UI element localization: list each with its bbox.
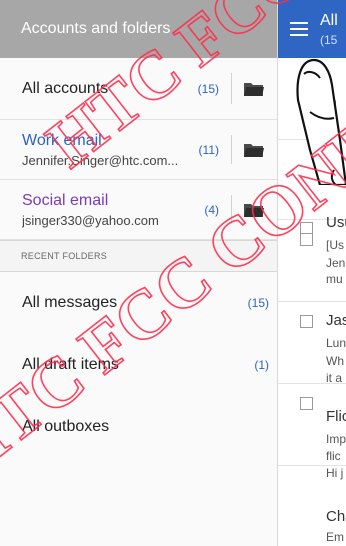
folder-icon[interactable]: [243, 142, 265, 158]
inbox-title: All: [320, 12, 338, 29]
mail-preview: mu: [326, 272, 343, 286]
mail-preview: it a: [326, 371, 343, 385]
folder-icon[interactable]: [243, 202, 265, 218]
mail-checkbox[interactable]: [300, 80, 313, 93]
drawer-header: Accounts and folders: [0, 0, 277, 58]
mail-row[interactable]: L Pl: [278, 58, 346, 140]
mail-sender: L: [326, 78, 335, 95]
mail-sender: Jas: [326, 312, 346, 329]
account-name: Work email: [22, 131, 102, 149]
hamburger-menu-icon[interactable]: [290, 22, 308, 36]
inbox-header: All (15: [278, 0, 346, 58]
folder-count: (15): [247, 296, 269, 310]
accounts-drawer: Accounts and folders All accounts (15) W…: [0, 0, 278, 546]
mail-sender: Usu: [326, 214, 346, 231]
mail-preview: Wh: [326, 354, 344, 368]
folder-name: All messages: [22, 294, 118, 311]
divider: [231, 73, 232, 104]
account-unread-count: (15): [197, 81, 219, 96]
mail-preview: Em: [326, 530, 344, 544]
mail-row[interactable]: [278, 140, 346, 235]
account-work-email[interactable]: Work email Jennifer.Singer@htc.com... (1…: [0, 120, 277, 180]
folder-icon[interactable]: [243, 81, 265, 97]
mail-preview: Imp: [326, 432, 346, 446]
account-all[interactable]: All accounts (15): [0, 58, 277, 120]
account-unread-count: (11): [198, 142, 219, 157]
inbox-count: (15: [320, 33, 338, 47]
mail-sender: Cha: [326, 508, 346, 525]
mail-preview: Lun: [326, 336, 346, 350]
folder-all-outboxes[interactable]: All outboxes: [0, 396, 277, 458]
folder-name: All outboxes: [22, 418, 110, 435]
folder-all-draft-items[interactable]: All draft items (1): [0, 334, 277, 396]
folder-all-messages[interactable]: All messages (15): [0, 272, 277, 334]
inbox-panel: All (15 L Pl Usu [Us Jen mu Jas Lun Wh i…: [278, 0, 346, 546]
mail-checkbox[interactable]: [300, 315, 313, 328]
account-name: Social email: [22, 191, 109, 209]
account-social-email[interactable]: Social email jsinger330@yahoo.com (4): [0, 180, 277, 240]
account-unread-count: (4): [204, 202, 219, 217]
drawer-title: Accounts and folders: [21, 20, 171, 37]
mail-preview: flic: [326, 449, 341, 463]
divider: [231, 135, 232, 164]
account-email: Jennifer.Singer@htc.com...: [22, 152, 179, 168]
mail-preview: [Us: [326, 238, 344, 252]
mail-sender: Flic: [326, 408, 346, 425]
recent-folders-header: RECENT FOLDERS: [0, 240, 277, 272]
mail-checkbox[interactable]: [300, 397, 313, 410]
folder-name: All draft items: [22, 356, 119, 373]
mail-checkbox[interactable]: [300, 233, 313, 246]
mail-preview: Hi j: [326, 466, 344, 480]
mail-preview: Jen: [326, 256, 346, 270]
mail-preview: Pl: [326, 98, 337, 112]
account-email: jsinger330@yahoo.com: [22, 212, 159, 228]
account-name: All accounts: [22, 79, 109, 97]
divider: [231, 195, 232, 224]
folder-count: (1): [254, 358, 269, 372]
